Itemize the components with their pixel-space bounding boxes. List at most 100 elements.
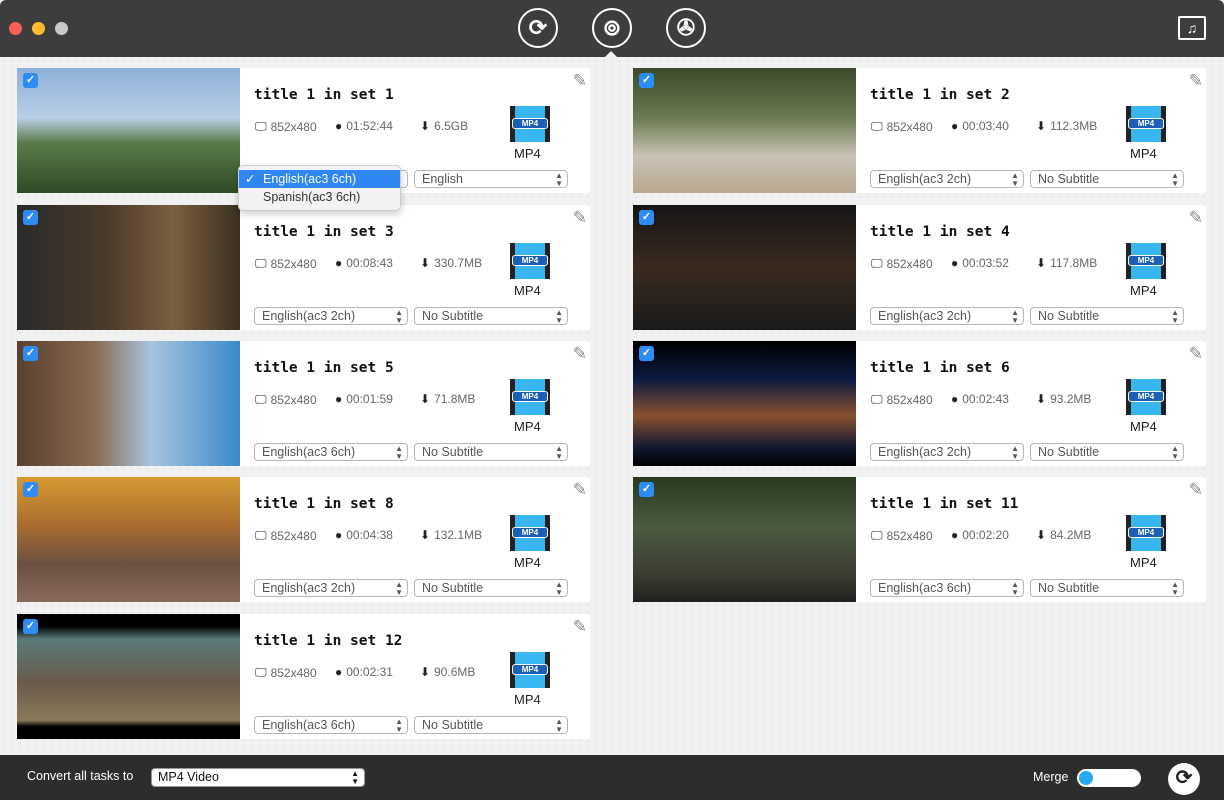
audio-track-select[interactable]: English(ac3 6ch) ▲▼ [254,716,408,734]
mp4-format-icon[interactable]: MP4 [510,243,550,279]
task-title: title 1 in set 4 [870,224,1010,240]
audio-track-select[interactable]: English(ac3 2ch) ▲ ▼ [254,307,408,325]
task-card: ✓ title 1 in set 5 🖵 852x480 ● 00:01:59 ⬇ 7… [17,341,590,466]
subtitle-select[interactable]: No Subtitle ▲ ▼ [1030,170,1184,188]
monitor-icon: 🖵 [871,119,883,133]
size-value: 132.1MB [434,528,483,542]
start-convert-button[interactable]: ⟳ [1168,763,1200,795]
audio-track-select[interactable]: English(ac3 6ch) ▲▼ [254,443,408,461]
resolution-info: 🖵 852x480 [255,528,317,543]
subtitle-value: No Subtitle [1038,172,1100,186]
mp4-format-icon[interactable]: MP4 [510,652,550,688]
close-window-button[interactable] [9,22,22,35]
mp4-format-icon[interactable]: MP4 [1126,515,1166,551]
task-checkbox[interactable]: ✓ [639,482,654,497]
convert-tab-icon[interactable]: ⟳ [518,8,558,48]
toggle-knob [1079,771,1093,785]
monitor-icon: 🖵 [255,665,267,679]
edit-pencil-icon[interactable]: ✎ [1189,480,1203,500]
task-checkbox[interactable]: ✓ [23,73,38,88]
subtitle-select[interactable]: No Subtitle ▲ ▼ [414,716,568,734]
task-checkbox[interactable]: ✓ [23,619,38,634]
edit-pencil-icon[interactable]: ✎ [573,71,587,91]
download-icon: ⬇ [1036,119,1047,133]
duration-value: 00:01:59 [346,392,393,406]
size-info: ⬇ 84.2MB [1036,528,1091,542]
bottom-bar: Convert all tasks to MP4 Video ▲ ▼ Merge ⟳ [0,755,1224,800]
edit-pencil-icon[interactable]: ✎ [1189,71,1203,91]
resolution-info: 🖵 852x480 [255,665,317,680]
download-tab-icon[interactable]: ✇ [666,8,706,48]
merge-toggle[interactable] [1077,769,1141,787]
subtitle-value: English [422,172,463,186]
audio-track-value: English(ac3 2ch) [878,309,972,323]
edit-pencil-icon[interactable]: ✎ [573,344,587,364]
mp4-format-icon[interactable]: MP4 [510,515,550,551]
resolution-value: 852x480 [886,392,933,407]
resolution-value: 852x480 [886,119,933,134]
audio-track-select[interactable]: English(ac3 2ch) ▲ ▼ [254,579,408,597]
subtitle-select[interactable]: English ▲ ▼ [414,170,568,188]
monitor-icon: 🖵 [871,392,883,406]
task-checkbox[interactable]: ✓ [23,346,38,361]
task-checkbox[interactable]: ✓ [23,210,38,225]
subtitle-select[interactable]: No Subtitle ▲ ▼ [414,307,568,325]
audio-track-select[interactable]: English(ac3 6ch) ▲▼ [870,579,1024,597]
task-card: ✓ title 1 in set 12 🖵 852x480 ● 00:02:31 ⬇… [17,614,590,739]
duration-value: 00:02:43 [962,392,1009,406]
edit-pencil-icon[interactable]: ✎ [573,480,587,500]
task-title: title 1 in set 1 [254,87,394,103]
stepper-arrows-icon: ▲▼ [555,171,563,188]
rip-disc-tab-icon[interactable]: ⊚ [592,8,632,48]
minimize-window-button[interactable] [32,22,45,35]
stepper-arrows-icon: ▲▼ [1011,444,1019,461]
task-checkbox[interactable]: ✓ [639,73,654,88]
audio-track-select[interactable]: English(ac3 2ch) ▲ ▼ [870,443,1024,461]
subtitle-select[interactable]: No Subtitle ▲ ▼ [1030,307,1184,325]
mp4-format-icon[interactable]: MP4 [510,379,550,415]
format-label: MP4 [514,555,541,570]
size-value: 93.2MB [1050,392,1092,406]
edit-pencil-icon[interactable]: ✎ [573,208,587,228]
subtitle-select[interactable]: No Subtitle ▲ ▼ [1030,579,1184,597]
size-info: ⬇ 330.7MB [420,256,482,270]
stepper-arrows-icon: ▲▼ [1011,308,1019,325]
download-icon: ⬇ [420,392,431,406]
download-icon: ⬇ [1036,392,1047,406]
monitor-icon: 🖵 [871,528,883,542]
download-icon: ⬇ [1036,256,1047,270]
zoom-window-button[interactable] [55,22,68,35]
task-title: title 1 in set 12 [254,633,403,649]
stepper-arrows-icon: ▲▼ [395,717,403,734]
stepper-arrows-icon: ▲▼ [555,717,563,734]
audio-track-value: English(ac3 6ch) [878,581,972,595]
audio-track-select[interactable]: English(ac3 2ch) ▲ ▼ [870,307,1024,325]
task-checkbox[interactable]: ✓ [639,210,654,225]
task-title: title 1 in set 2 [870,87,1010,103]
subtitle-select[interactable]: No Subtitle ▲ ▼ [414,443,568,461]
mp4-format-icon[interactable]: MP4 [510,106,550,142]
duration-info: ● 00:01:59 [335,392,393,406]
task-checkbox[interactable]: ✓ [639,346,654,361]
edit-pencil-icon[interactable]: ✎ [1189,208,1203,228]
resolution-info: 🖵 852x480 [871,392,933,407]
dropdown-option-spanish[interactable]: Spanish(ac3 6ch) [239,188,400,206]
size-value: 6.5GB [434,119,469,133]
output-format-select[interactable]: MP4 Video ▲ ▼ [151,768,365,787]
edit-pencil-icon[interactable]: ✎ [1189,344,1203,364]
edit-pencil-icon[interactable]: ✎ [573,617,587,637]
mp4-format-icon[interactable]: MP4 [1126,243,1166,279]
resolution-value: 852x480 [270,528,317,543]
monitor-icon: 🖵 [871,256,883,270]
subtitle-select[interactable]: No Subtitle ▲ ▼ [1030,443,1184,461]
format-label: MP4 [1130,283,1157,298]
subtitle-select[interactable]: No Subtitle ▲ ▼ [414,579,568,597]
task-title: title 1 in set 6 [870,360,1010,376]
mp4-format-icon[interactable]: MP4 [1126,106,1166,142]
audio-track-select[interactable]: English(ac3 2ch) ▲ ▼ [870,170,1024,188]
task-checkbox[interactable]: ✓ [23,482,38,497]
media-library-icon[interactable]: ♫ [1178,16,1206,40]
duration-value: 00:02:31 [346,665,393,679]
dropdown-option-english[interactable]: ✓ English(ac3 6ch) [239,170,400,188]
mp4-format-icon[interactable]: MP4 [1126,379,1166,415]
